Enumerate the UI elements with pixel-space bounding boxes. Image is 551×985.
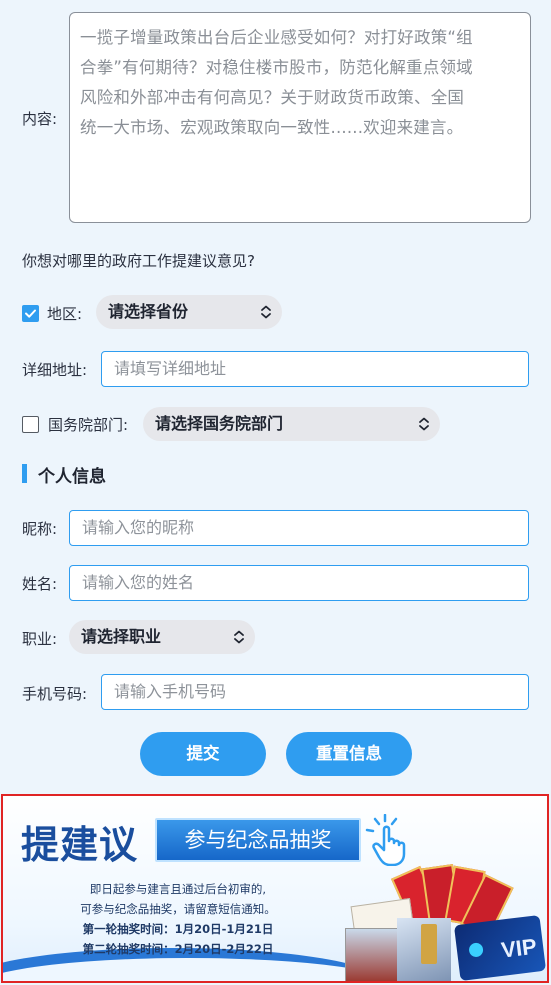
job-select[interactable]: 请选择职业 xyxy=(69,620,255,654)
name-input[interactable]: 请输入您的姓名 xyxy=(69,565,529,601)
content-placeholder-line: 一揽子增量政策出台后企业感受如何？对打好政策“组 xyxy=(80,28,473,47)
state-council-checkbox[interactable] xyxy=(22,416,39,433)
lottery-banner[interactable]: 提建议 参与纪念品抽奖 即日起参与建言且通过后台初审的, 可参与纪念品抽奖，请留… xyxy=(1,794,549,983)
content-placeholder-line: 风险和外部冲击有何高见？关于财政货币政策、全国 xyxy=(80,88,465,107)
address-input[interactable]: 请填写详细地址 xyxy=(101,351,529,387)
phone-input[interactable]: 请输入手机号码 xyxy=(101,674,529,710)
bookmark xyxy=(421,924,437,964)
content-textarea[interactable]: 一揽子增量政策出台后企业感受如何？对打好政策“组 合拳”有何期待？对稳住楼市股市… xyxy=(69,12,531,223)
section-title: 个人信息 xyxy=(38,467,106,487)
up-down-chevron-icon xyxy=(418,407,430,441)
reset-button[interactable]: 重置信息 xyxy=(286,732,412,776)
content-placeholder-line: 统一大市场、宏观政策取向一致性......欢迎来建言。 xyxy=(80,118,464,137)
state-council-select[interactable]: 请选择国务院部门 xyxy=(143,407,440,441)
banner-line: 可参与纪念品抽奖，请留意短信通知。 xyxy=(80,902,276,916)
check-icon xyxy=(25,309,36,318)
vip-card-text: VIP xyxy=(499,933,539,963)
state-council-label: 国务院部门: xyxy=(48,416,129,434)
content-label: 内容: xyxy=(22,110,58,128)
nickname-label: 昵称: xyxy=(22,520,58,538)
address-label: 详细地址: xyxy=(22,361,88,379)
banner-line: 即日起参与建言且通过后台初审的, xyxy=(89,882,267,896)
job-label: 职业: xyxy=(22,630,58,648)
nickname-placeholder: 请输入您的昵称 xyxy=(82,518,195,537)
province-select-value: 请选择省份 xyxy=(108,302,189,321)
postcard xyxy=(345,928,401,981)
banner-tag: 参与纪念品抽奖 xyxy=(155,818,361,862)
content-placeholder-line: 合拳”有何期待？对稳住楼市股市，防范化解重点领域 xyxy=(80,58,473,77)
banner-title: 提建议 xyxy=(21,822,139,867)
prize-illustration: VIP xyxy=(345,864,547,981)
section-accent-bar xyxy=(22,464,27,483)
address-placeholder: 请填写详细地址 xyxy=(114,359,227,378)
region-label: 地区: xyxy=(47,305,83,323)
job-select-value: 请选择职业 xyxy=(81,627,162,646)
hand-click-icon xyxy=(365,814,406,866)
submit-button[interactable]: 提交 xyxy=(140,732,266,776)
vip-card: VIP xyxy=(453,914,547,981)
phone-label: 手机号码: xyxy=(22,685,88,703)
up-down-chevron-icon xyxy=(260,295,272,329)
card-chip-icon xyxy=(468,942,484,958)
question-text: 你想对哪里的政府工作提建议意见? xyxy=(22,252,255,270)
region-checkbox[interactable] xyxy=(22,305,39,322)
banner-line: 第一轮抽奖时间：1月20日-1月21日 xyxy=(82,922,274,936)
up-down-chevron-icon xyxy=(233,620,245,654)
nickname-input[interactable]: 请输入您的昵称 xyxy=(69,510,529,546)
state-council-select-value: 请选择国务院部门 xyxy=(155,414,284,433)
banner-line: 第二轮抽奖时间：2月20日-2月22日 xyxy=(82,942,274,956)
name-placeholder: 请输入您的姓名 xyxy=(82,573,195,592)
province-select[interactable]: 请选择省份 xyxy=(96,295,282,329)
name-label: 姓名: xyxy=(22,575,58,593)
phone-placeholder: 请输入手机号码 xyxy=(114,682,227,701)
